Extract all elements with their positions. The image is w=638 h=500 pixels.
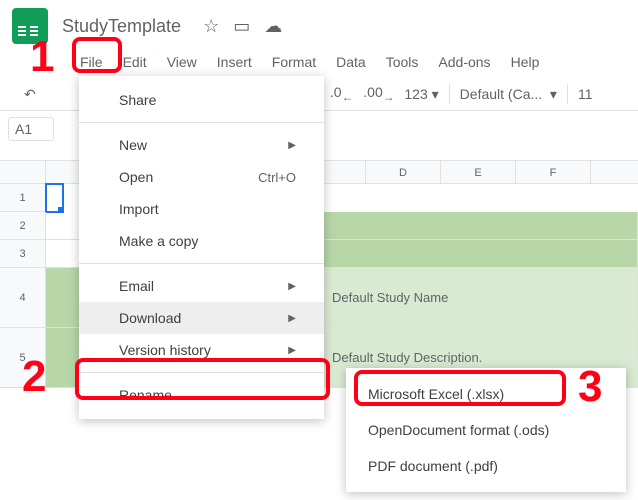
- menu-item-open[interactable]: OpenCtrl+O: [79, 161, 324, 193]
- submenu-arrow-icon: ▶: [288, 140, 296, 151]
- cell[interactable]: [324, 240, 638, 268]
- shortcut-label: Ctrl+O: [258, 170, 296, 185]
- annotation-number-2: 2: [22, 352, 46, 402]
- row-header-2[interactable]: 2: [0, 212, 46, 240]
- menu-help[interactable]: Help: [503, 50, 548, 74]
- document-name[interactable]: StudyTemplate: [62, 16, 181, 37]
- menu-format[interactable]: Format: [264, 50, 324, 74]
- font-size[interactable]: 11: [578, 86, 593, 102]
- row-header-4[interactable]: 4: [0, 268, 46, 328]
- menu-data[interactable]: Data: [328, 50, 374, 74]
- decrease-decimal[interactable]: .0←: [330, 84, 353, 104]
- annotation-number-3: 3: [578, 362, 602, 412]
- separator: [567, 84, 568, 104]
- row-header-3[interactable]: 3: [0, 240, 46, 268]
- font-select[interactable]: Default (Ca... ▾: [460, 86, 557, 103]
- cell[interactable]: [324, 212, 638, 240]
- menu-item-share[interactable]: Share: [79, 84, 324, 116]
- number-format[interactable]: 123 ▾: [404, 86, 438, 103]
- submenu-arrow-icon: ▶: [288, 281, 296, 292]
- menu-divider: [79, 263, 324, 264]
- annotation-box-2: [75, 358, 330, 400]
- annotation-box-3: [354, 370, 566, 406]
- cell-study-name[interactable]: Default Study Name: [324, 268, 638, 328]
- menu-insert[interactable]: Insert: [209, 50, 260, 74]
- move-icon[interactable]: ▭: [233, 16, 250, 37]
- menu-tools[interactable]: Tools: [378, 50, 427, 74]
- select-all-corner[interactable]: [0, 161, 46, 183]
- menu-divider: [79, 122, 324, 123]
- row-header-1[interactable]: 1: [0, 184, 46, 212]
- cloud-icon[interactable]: ☁: [264, 16, 282, 37]
- doc-action-icons: ☆ ▭ ☁: [203, 16, 282, 37]
- submenu-arrow-icon: ▶: [288, 345, 296, 356]
- menu-item-import[interactable]: Import: [79, 193, 324, 225]
- star-icon[interactable]: ☆: [203, 16, 219, 37]
- menu-addons[interactable]: Add-ons: [430, 50, 498, 74]
- menu-item-copy[interactable]: Make a copy: [79, 225, 324, 257]
- download-ods[interactable]: OpenDocument format (.ods): [346, 412, 626, 448]
- name-box[interactable]: A1: [8, 117, 54, 141]
- cell-a1[interactable]: [46, 184, 63, 212]
- increase-decimal[interactable]: .00→: [363, 84, 394, 104]
- separator: [449, 84, 450, 104]
- annotation-box-1: [72, 37, 122, 73]
- annotation-number-1: 1: [30, 32, 54, 82]
- menu-view[interactable]: View: [159, 50, 205, 74]
- col-header-f[interactable]: F: [516, 161, 591, 183]
- download-pdf[interactable]: PDF document (.pdf): [346, 448, 626, 484]
- undo-icon[interactable]: ↶: [24, 86, 36, 103]
- col-header-e[interactable]: E: [441, 161, 516, 183]
- col-header-d[interactable]: D: [366, 161, 441, 183]
- menu-item-email[interactable]: Email▶: [79, 270, 324, 302]
- menu-item-download[interactable]: Download▶: [79, 302, 324, 334]
- submenu-arrow-icon: ▶: [288, 313, 296, 324]
- menu-item-new[interactable]: New▶: [79, 129, 324, 161]
